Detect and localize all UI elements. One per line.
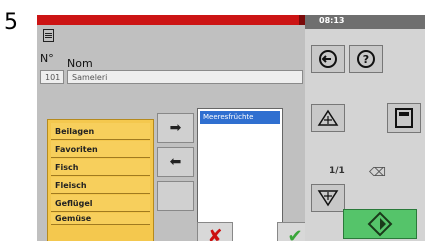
clock-bar: 08:13 bbox=[305, 15, 425, 29]
scroll-up-button[interactable] bbox=[311, 104, 345, 132]
selected-item[interactable]: Meeresfrüchte bbox=[200, 111, 280, 124]
category-item[interactable]: Gemüse bbox=[51, 213, 150, 225]
triangle-down-icon bbox=[317, 190, 339, 207]
name-label: Nom bbox=[67, 57, 93, 70]
backspace-icon[interactable]: ⌫ bbox=[369, 165, 386, 179]
device-screen: 08:13 N° Nom 101 Sameleri Beilagen Favor… bbox=[37, 15, 425, 241]
back-button[interactable] bbox=[311, 45, 345, 73]
floppy-icon bbox=[395, 108, 413, 128]
remove-from-selection-button[interactable]: ⬅ bbox=[157, 147, 194, 177]
help-icon: ? bbox=[357, 50, 375, 68]
category-item[interactable]: Geflügel bbox=[51, 195, 150, 212]
empty-button[interactable] bbox=[157, 181, 194, 211]
clock-time: 08:13 bbox=[319, 16, 345, 25]
name-field[interactable]: Sameleri bbox=[67, 70, 303, 84]
scroll-down-button[interactable] bbox=[311, 184, 345, 212]
back-arrow-icon bbox=[319, 50, 337, 68]
help-button[interactable]: ? bbox=[349, 45, 383, 73]
start-button[interactable] bbox=[343, 209, 417, 239]
category-item[interactable]: Fleisch bbox=[51, 177, 150, 194]
number-field[interactable]: 101 bbox=[40, 70, 64, 84]
category-item[interactable]: Fisch bbox=[51, 159, 150, 176]
top-status-bar bbox=[37, 15, 305, 25]
category-list[interactable]: Beilagen Favoriten Fisch Fleisch Geflüge… bbox=[47, 119, 154, 241]
start-diamond-icon bbox=[367, 211, 393, 237]
page-indicator: 1/1 bbox=[329, 166, 345, 176]
svg-text:?: ? bbox=[363, 53, 369, 66]
step-number: 5 bbox=[4, 10, 18, 35]
number-label: N° bbox=[40, 52, 54, 65]
navigation-panel: ? 1/1 ⌫ bbox=[305, 29, 425, 241]
category-item[interactable]: Beilagen bbox=[51, 123, 150, 140]
triangle-up-icon bbox=[317, 109, 339, 126]
category-item[interactable]: Favoriten bbox=[51, 141, 150, 158]
program-editor-panel: N° Nom 101 Sameleri Beilagen Favoriten F… bbox=[37, 25, 313, 241]
document-icon bbox=[43, 29, 54, 42]
save-button[interactable] bbox=[387, 103, 421, 133]
cancel-button[interactable]: ✘ bbox=[197, 222, 233, 241]
add-to-selection-button[interactable]: ➡ bbox=[157, 113, 194, 143]
